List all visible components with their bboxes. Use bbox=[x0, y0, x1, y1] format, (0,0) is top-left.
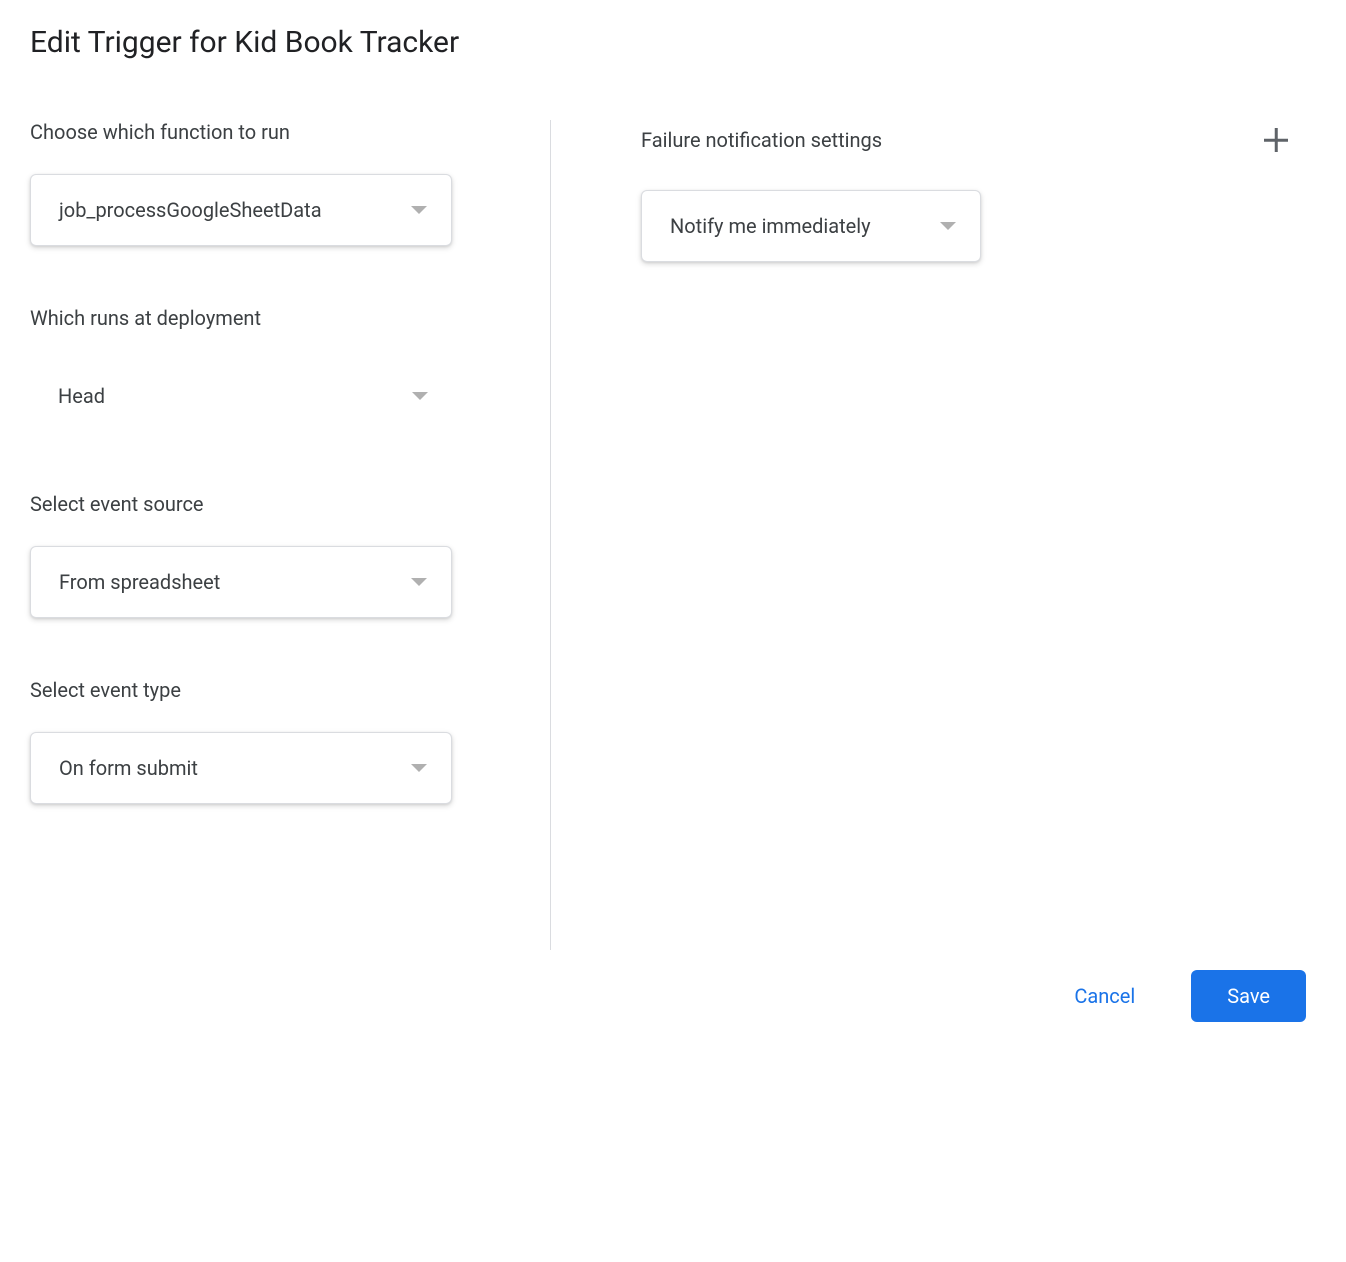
event-type-label: Select event type bbox=[30, 678, 510, 702]
function-dropdown[interactable]: job_processGoogleSheetData bbox=[30, 174, 452, 246]
event-source-dropdown-value: From spreadsheet bbox=[59, 570, 220, 594]
dialog-title: Edit Trigger for Kid Book Tracker bbox=[30, 25, 1316, 60]
event-source-label: Select event source bbox=[30, 492, 510, 516]
failure-label: Failure notification settings bbox=[641, 128, 882, 152]
failure-notification-field: Failure notification settings Notify me … bbox=[641, 120, 1296, 262]
chevron-down-icon bbox=[411, 206, 427, 214]
chevron-down-icon bbox=[940, 222, 956, 230]
add-notification-button[interactable] bbox=[1256, 120, 1296, 160]
event-type-field: Select event type On form submit bbox=[30, 678, 510, 804]
chevron-down-icon bbox=[411, 578, 427, 586]
dialog-footer: Cancel Save bbox=[30, 970, 1316, 1022]
chevron-down-icon bbox=[412, 392, 428, 400]
cancel-button[interactable]: Cancel bbox=[1058, 972, 1151, 1020]
edit-trigger-dialog: Edit Trigger for Kid Book Tracker Choose… bbox=[30, 25, 1316, 1022]
chevron-down-icon bbox=[411, 764, 427, 772]
event-type-dropdown[interactable]: On form submit bbox=[30, 732, 452, 804]
right-column: Failure notification settings Notify me … bbox=[550, 120, 1316, 950]
dialog-columns: Choose which function to run job_process… bbox=[30, 120, 1316, 950]
save-button[interactable]: Save bbox=[1191, 970, 1306, 1022]
function-dropdown-value: job_processGoogleSheetData bbox=[59, 198, 322, 222]
left-column: Choose which function to run job_process… bbox=[30, 120, 550, 950]
event-source-dropdown[interactable]: From spreadsheet bbox=[30, 546, 452, 618]
deployment-dropdown[interactable]: Head bbox=[30, 360, 452, 432]
deployment-label: Which runs at deployment bbox=[30, 306, 510, 330]
event-type-dropdown-value: On form submit bbox=[59, 756, 198, 780]
plus-icon bbox=[1264, 128, 1288, 152]
failure-dropdown[interactable]: Notify me immediately bbox=[641, 190, 981, 262]
function-label: Choose which function to run bbox=[30, 120, 510, 144]
failure-dropdown-value: Notify me immediately bbox=[670, 214, 871, 238]
deployment-dropdown-value: Head bbox=[58, 384, 105, 408]
failure-label-row: Failure notification settings bbox=[641, 120, 1296, 160]
function-field: Choose which function to run job_process… bbox=[30, 120, 510, 246]
event-source-field: Select event source From spreadsheet bbox=[30, 492, 510, 618]
deployment-field: Which runs at deployment Head bbox=[30, 306, 510, 432]
